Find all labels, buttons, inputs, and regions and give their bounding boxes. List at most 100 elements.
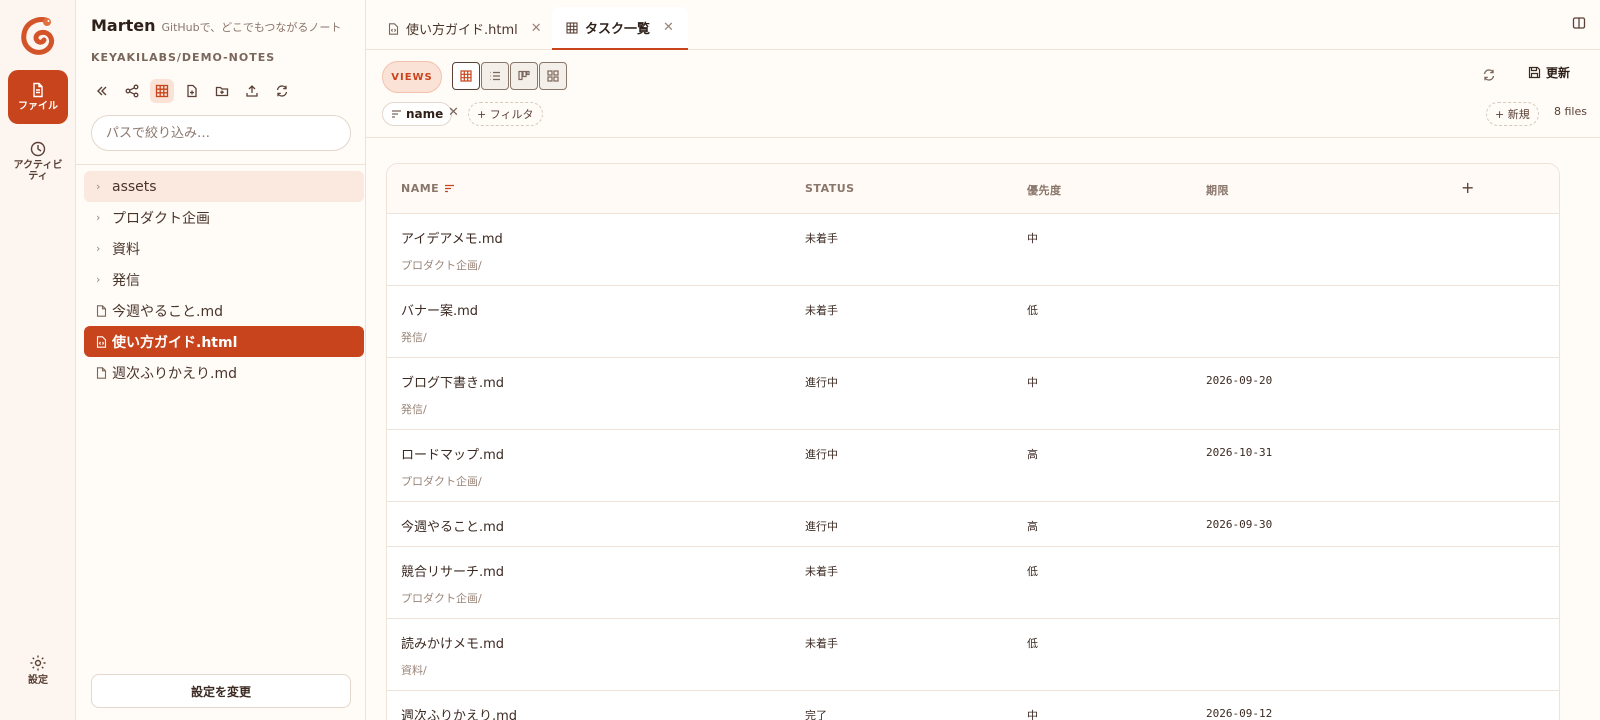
row-status[interactable]: 未着手 — [805, 302, 838, 318]
row-status[interactable]: 未着手 — [805, 563, 838, 579]
row-path: 資料/ — [401, 664, 427, 677]
views-badge[interactable]: VIEWS — [382, 61, 442, 93]
collapse-button[interactable] — [90, 79, 114, 103]
row-priority[interactable]: 中 — [1027, 707, 1038, 720]
row-name: 読みかけメモ.md — [401, 637, 505, 652]
change-settings-button[interactable]: 設定を変更 — [91, 674, 351, 708]
tree-file-this-week[interactable]: 今週やること.md — [84, 295, 364, 326]
add-column-button[interactable]: + — [1461, 178, 1475, 197]
file-count: 8 files — [1554, 105, 1587, 118]
folder-plus-icon — [215, 86, 229, 97]
remove-sort-icon[interactable]: ✕ — [448, 105, 459, 120]
split-view-icon[interactable] — [1572, 16, 1586, 34]
row-name: 競合リサーチ.md — [401, 565, 505, 580]
update-button[interactable]: 更新 — [1528, 64, 1570, 81]
table-row[interactable]: ロードマップ.md プロダクト企画/ 進行中 高 2026-10-31 — [387, 430, 1559, 502]
close-icon[interactable]: ✕ — [663, 20, 674, 35]
main-area: 使い方ガイド.html ✕ タスク一覧 ✕ VIEWS 更新 name ✕ + … — [366, 0, 1600, 720]
rail-activity-button[interactable]: アクティビティ — [8, 134, 68, 188]
new-file-chip[interactable]: + 新規 — [1486, 102, 1539, 126]
rail-settings-button[interactable]: 設定 — [8, 648, 68, 692]
tree-file-weekly-review[interactable]: 週次ふりかえり.md — [84, 357, 364, 388]
tab-task-list[interactable]: タスク一覧 ✕ — [552, 7, 688, 50]
column-header-name[interactable]: NAME — [401, 182, 455, 195]
graph-view-button[interactable] — [120, 79, 144, 103]
table-row[interactable]: 読みかけメモ.md 資料/ 未着手 低 — [387, 619, 1559, 691]
view-board-button[interactable] — [510, 62, 538, 90]
path-filter-input[interactable] — [91, 115, 351, 151]
column-header-due[interactable]: 期限 — [1206, 182, 1229, 198]
chevron-right-icon: › — [96, 242, 101, 255]
row-name: 週次ふりかえり.md — [401, 709, 518, 720]
row-due[interactable]: 2026-10-31 — [1206, 446, 1272, 459]
tab-guide[interactable]: 使い方ガイド.html ✕ — [374, 7, 556, 50]
column-header-priority[interactable]: 優先度 — [1027, 182, 1062, 198]
row-priority[interactable]: 低 — [1027, 302, 1038, 318]
refresh-icon[interactable] — [1482, 68, 1496, 86]
new-folder-button[interactable] — [210, 79, 234, 103]
share-graph-icon — [125, 84, 139, 98]
chevron-right-icon: › — [96, 273, 101, 286]
row-status[interactable]: 未着手 — [805, 230, 838, 246]
row-priority[interactable]: 低 — [1027, 563, 1038, 579]
tree-folder-assets[interactable]: › assets — [84, 171, 364, 202]
table-row[interactable]: バナー案.md 発信/ 未着手 低 — [387, 286, 1559, 358]
table-row[interactable]: ブログ下書き.md 発信/ 進行中 中 2026-09-20 — [387, 358, 1559, 430]
chevron-right-icon: › — [96, 180, 101, 193]
row-priority[interactable]: 中 — [1027, 374, 1038, 390]
row-due[interactable]: 2026-09-12 — [1206, 707, 1272, 720]
row-priority[interactable]: 中 — [1027, 230, 1038, 246]
update-label: 更新 — [1546, 66, 1571, 80]
row-priority[interactable]: 高 — [1027, 518, 1038, 534]
rail-activity-label: アクティビティ — [13, 159, 63, 182]
file-icon — [96, 366, 112, 379]
sort-icon — [392, 110, 401, 118]
upload-button[interactable] — [240, 79, 264, 103]
tab-task-list-label: タスク一覧 — [585, 22, 651, 37]
table-view-button[interactable] — [150, 79, 174, 103]
row-priority[interactable]: 低 — [1027, 635, 1038, 651]
view-table-button[interactable] — [452, 62, 480, 90]
panel-toolbar — [90, 79, 294, 103]
row-priority[interactable]: 高 — [1027, 446, 1038, 462]
tree-folder-publish[interactable]: › 発信 — [84, 264, 364, 295]
row-status[interactable]: 未着手 — [805, 635, 838, 651]
rail-settings-label: 設定 — [28, 675, 48, 686]
file-code-icon — [96, 335, 112, 348]
file-icon — [96, 304, 112, 317]
row-due[interactable]: 2026-09-30 — [1206, 518, 1272, 531]
table-icon — [155, 84, 169, 98]
file-panel: Marten GitHubで、どこでもつながるノート KEYAKILABS/DE… — [76, 0, 366, 720]
row-status[interactable]: 進行中 — [805, 374, 838, 390]
table-row[interactable]: アイデアメモ.md プロダクト企画/ 未着手 中 — [387, 214, 1559, 286]
sort-chip[interactable]: name — [382, 102, 453, 126]
chevron-right-icon: › — [96, 211, 101, 224]
row-path: プロダクト企画/ — [401, 259, 482, 272]
sync-button[interactable] — [270, 79, 294, 103]
table-row[interactable]: 今週やること.md 進行中 高 2026-09-30 — [387, 502, 1559, 547]
repo-name: KEYAKILABS/DEMO-NOTES — [91, 51, 276, 64]
table-header: NAME STATUS 優先度 期限 + — [387, 164, 1559, 214]
file-icon — [33, 82, 43, 98]
marten-logo-icon — [16, 14, 60, 58]
add-filter-chip[interactable]: + フィルタ — [468, 102, 543, 126]
tree-folder-materials[interactable]: › 資料 — [84, 233, 364, 264]
view-gallery-button[interactable] — [539, 62, 567, 90]
rail-files-button[interactable]: ファイル — [8, 70, 68, 124]
tab-bar: 使い方ガイド.html ✕ タスク一覧 ✕ — [366, 0, 1600, 50]
table-row[interactable]: 週次ふりかえり.md 完了 中 2026-09-12 — [387, 691, 1559, 720]
row-status[interactable]: 進行中 — [805, 518, 838, 534]
double-chevron-left-icon — [97, 86, 107, 96]
new-file-button[interactable] — [180, 79, 204, 103]
view-list-button[interactable] — [481, 62, 509, 90]
table-row[interactable]: 競合リサーチ.md プロダクト企画/ 未着手 低 — [387, 547, 1559, 619]
row-status[interactable]: 完了 — [805, 707, 827, 720]
row-status[interactable]: 進行中 — [805, 446, 838, 462]
app-name: Marten — [91, 16, 156, 35]
tree-folder-product[interactable]: › プロダクト企画 — [84, 202, 364, 233]
column-header-status[interactable]: STATUS — [805, 182, 855, 195]
close-icon[interactable]: ✕ — [531, 21, 542, 36]
row-due[interactable]: 2026-09-20 — [1206, 374, 1272, 387]
sync-icon — [276, 85, 288, 97]
tree-file-guide[interactable]: 使い方ガイド.html — [84, 326, 364, 357]
